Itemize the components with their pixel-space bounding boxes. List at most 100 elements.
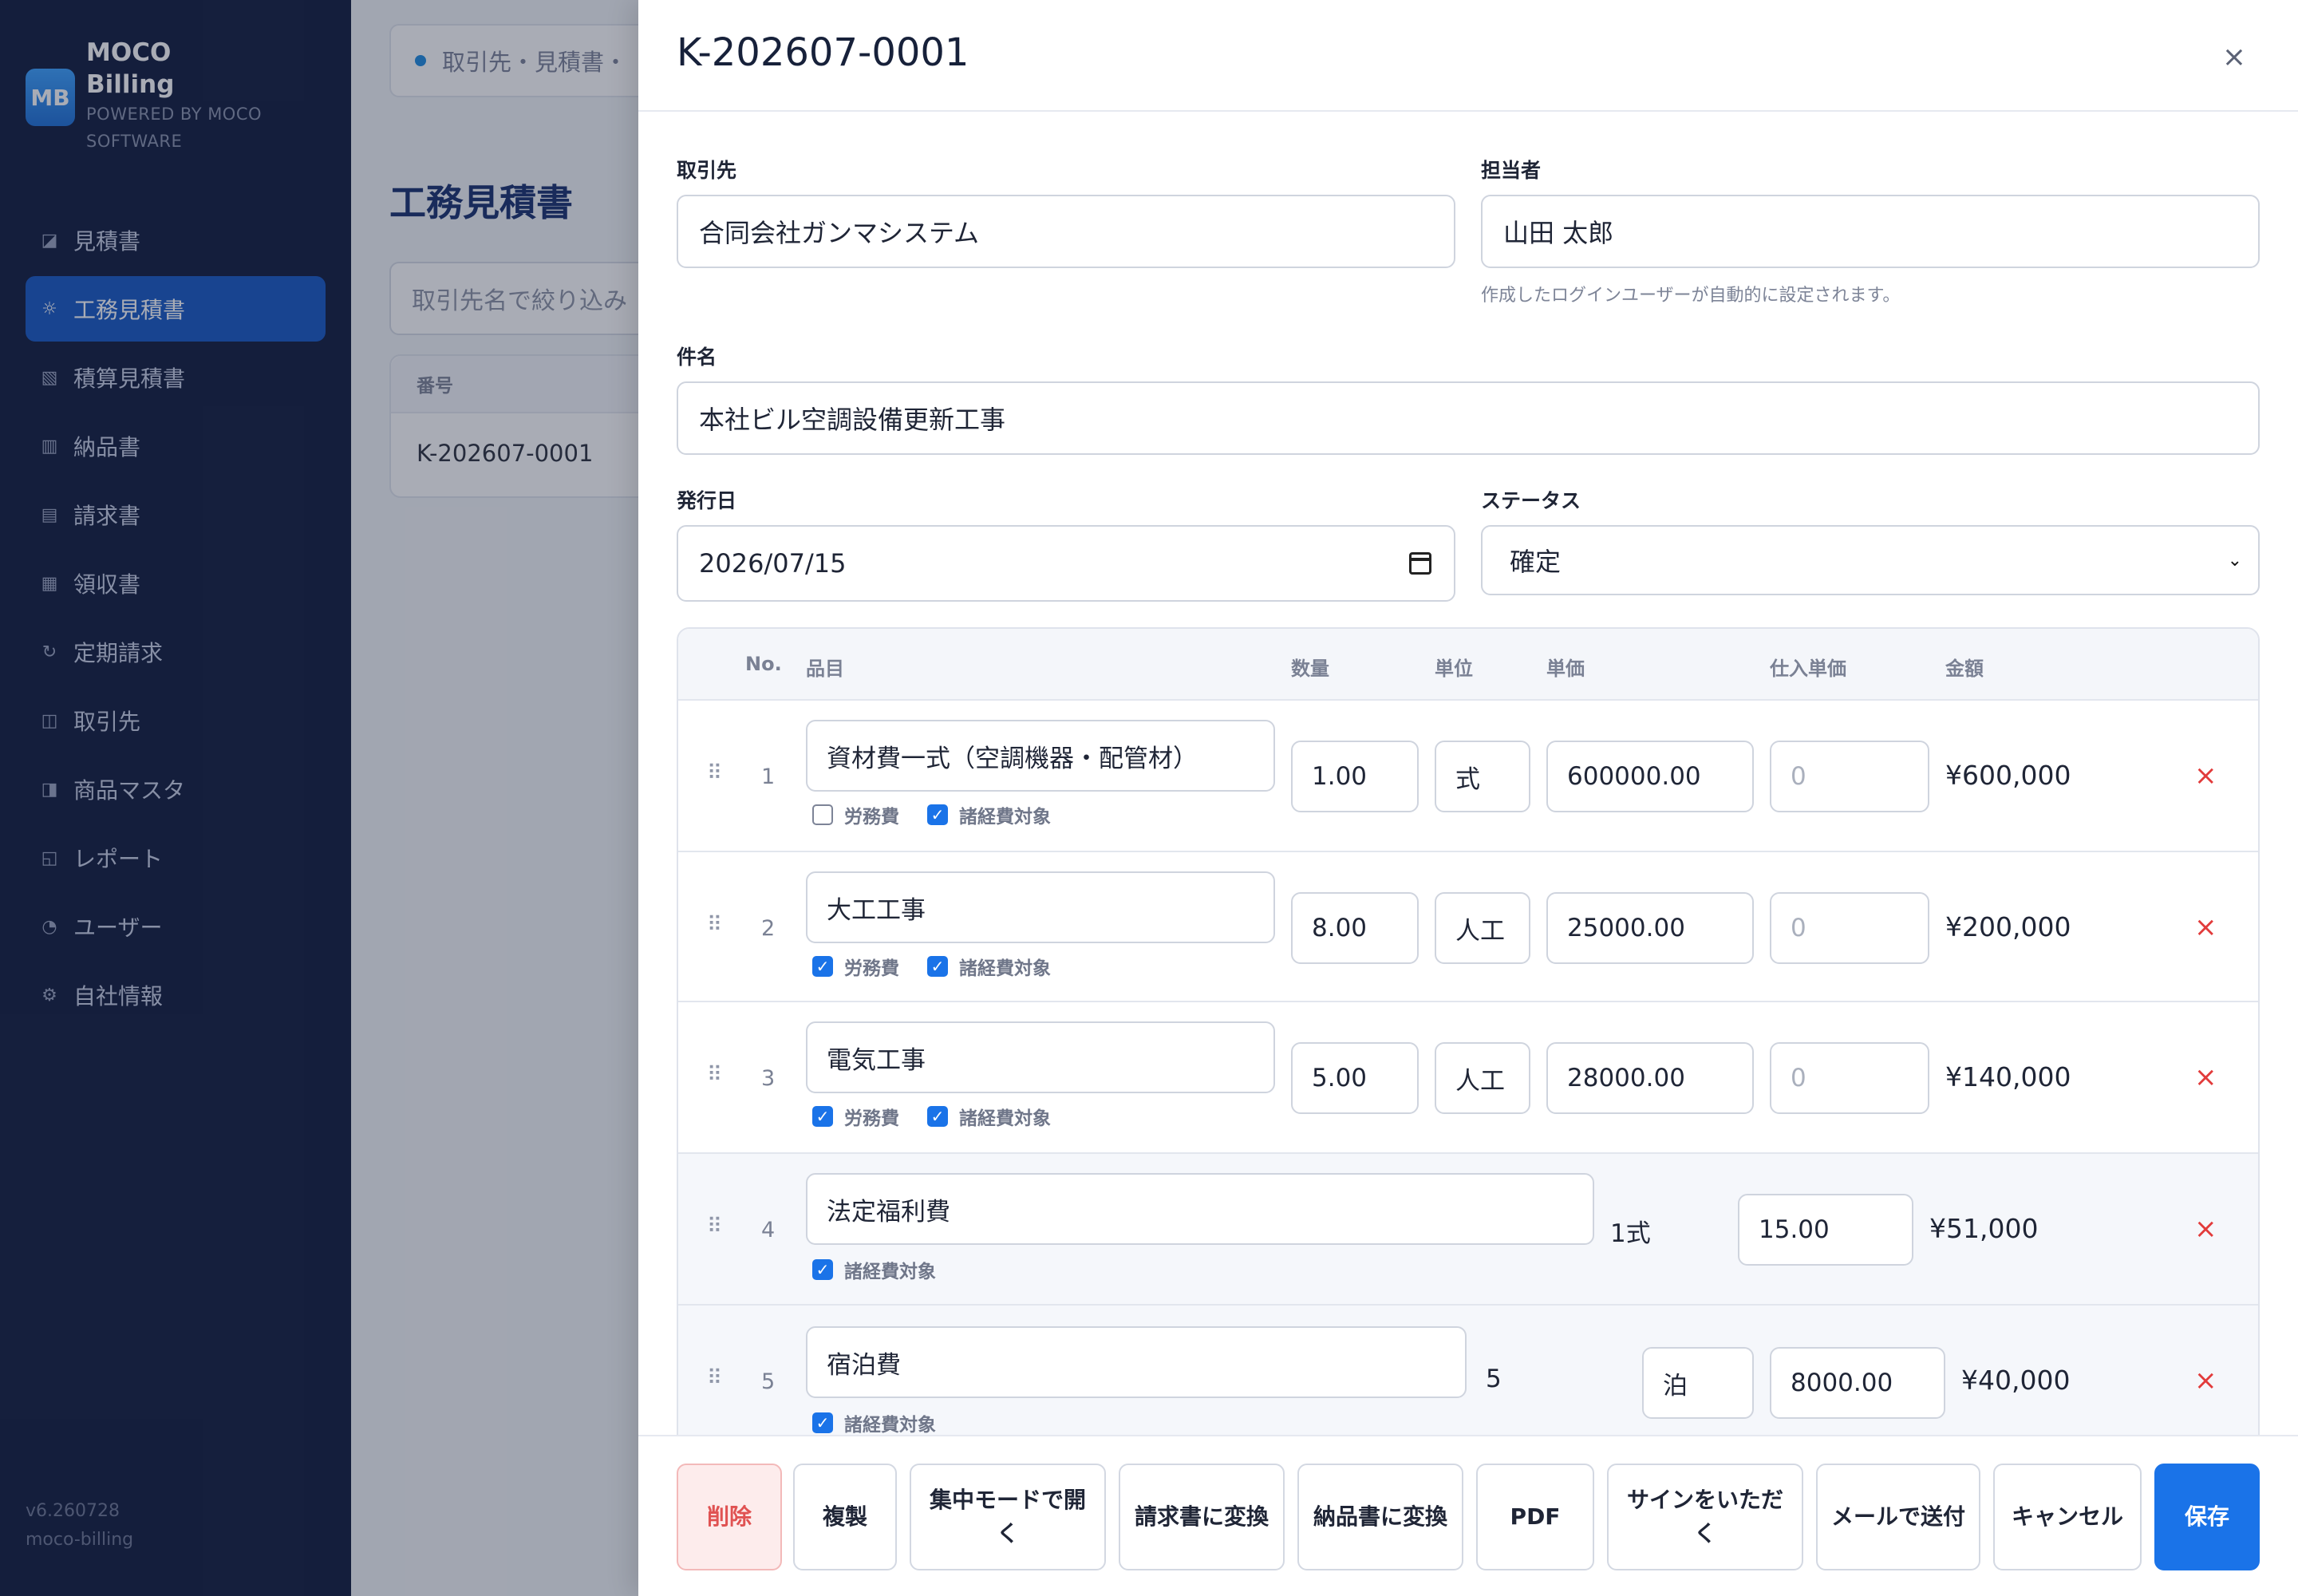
checkbox-checked-icon: ✓ bbox=[812, 1106, 833, 1127]
duplicate-button[interactable]: 複製 bbox=[793, 1464, 897, 1570]
item-name-input[interactable]: 宿泊費 bbox=[806, 1326, 1467, 1398]
delete-row-icon[interactable]: × bbox=[2194, 1213, 2217, 1245]
calendar-icon[interactable] bbox=[1409, 552, 1431, 575]
focus-mode-button[interactable]: 集中モードで開く bbox=[910, 1464, 1106, 1570]
qty-input[interactable]: 5.00 bbox=[1291, 1042, 1419, 1114]
delete-button[interactable]: 削除 bbox=[677, 1464, 782, 1570]
header-qty: 数量 bbox=[1291, 658, 1329, 680]
price-input[interactable]: 8000.00 bbox=[1770, 1347, 1945, 1419]
labor-checkbox[interactable]: 労務費 bbox=[812, 801, 899, 828]
price-input[interactable]: 28000.00 bbox=[1546, 1042, 1754, 1114]
owner-label: 担当者 bbox=[1481, 159, 1542, 182]
header-cost: 仕入単価 bbox=[1770, 658, 1846, 680]
labor-checkbox[interactable]: ✓ 労務費 bbox=[812, 1103, 899, 1130]
overhead-checkbox[interactable]: ✓ 諸経費対象 bbox=[927, 801, 1051, 828]
drag-handle-icon[interactable]: ⠿ bbox=[707, 761, 722, 785]
status-label: ステータス bbox=[1481, 489, 1581, 512]
qty-input[interactable]: 1.00 bbox=[1291, 741, 1419, 812]
date-label: 発行日 bbox=[677, 489, 737, 512]
cost-input[interactable]: 0 bbox=[1770, 892, 1929, 964]
row-amount: ¥140,000 bbox=[1945, 1061, 2071, 1092]
drag-handle-icon[interactable]: ⠿ bbox=[707, 1063, 722, 1087]
owner-hint: 作成したログインユーザーが自動的に設定されます。 bbox=[1481, 286, 1901, 306]
labor-label: 労務費 bbox=[844, 1108, 899, 1129]
table-row: ⠿ 4 法定福利費 ✓ 諸経費対象 1式 15.00 ¥51,000 × bbox=[678, 1154, 2258, 1306]
table-row: ⠿ 2 大工工事 ✓ 労務費 ✓ 諸経費対象 8.00 人工 25000.00 0 … bbox=[678, 852, 2258, 1002]
overhead-label: 諸経費対象 bbox=[959, 1108, 1051, 1129]
table-row: ⠿ 3 電気工事 ✓ 労務費 ✓ 諸経費対象 5.00 人工 28000.00 0 … bbox=[678, 1002, 2258, 1154]
unit-input[interactable]: 式 bbox=[1435, 741, 1530, 812]
delete-row-icon[interactable]: × bbox=[2194, 760, 2217, 792]
row-amount: ¥200,000 bbox=[1945, 911, 2071, 942]
header-price: 単価 bbox=[1546, 658, 1585, 680]
overhead-label: 諸経費対象 bbox=[844, 1262, 936, 1282]
header-no: No. bbox=[745, 653, 782, 675]
drag-handle-icon[interactable]: ⠿ bbox=[707, 1366, 722, 1390]
drawer-title: K-202607-0001 bbox=[677, 30, 969, 75]
close-icon[interactable]: × bbox=[2218, 41, 2250, 73]
chevron-down-icon: ⌄ bbox=[2227, 550, 2242, 571]
save-button[interactable]: 保存 bbox=[2154, 1464, 2260, 1570]
delete-row-icon[interactable]: × bbox=[2194, 911, 2217, 943]
row-number: 5 bbox=[761, 1369, 776, 1394]
qty-text: 5 bbox=[1486, 1365, 1502, 1393]
table-header: No. 品目 数量 単位 単価 仕入単価 金額 bbox=[678, 629, 2258, 701]
checkbox-checked-icon: ✓ bbox=[927, 1106, 948, 1127]
price-input[interactable]: 600000.00 bbox=[1546, 741, 1754, 812]
item-name-input[interactable]: 電気工事 bbox=[806, 1021, 1275, 1093]
item-name-input[interactable]: 資材費一式（空調機器・配管材） bbox=[806, 720, 1275, 792]
drag-handle-icon[interactable]: ⠿ bbox=[707, 913, 722, 937]
qty-text: 1式 bbox=[1610, 1219, 1651, 1248]
overhead-checkbox[interactable]: ✓ 諸経費対象 bbox=[927, 1103, 1051, 1130]
item-name-input[interactable]: 大工工事 bbox=[806, 871, 1275, 943]
estimate-drawer: K-202607-0001 × 取引先 合同会社ガンマシステム 担当者 山田 太… bbox=[638, 0, 2298, 1596]
cancel-button[interactable]: キャンセル bbox=[1993, 1464, 2142, 1570]
subject-label: 件名 bbox=[677, 346, 717, 369]
unit-input[interactable]: 人工 bbox=[1435, 1042, 1530, 1114]
convert-to-delivery-button[interactable]: 納品書に変換 bbox=[1297, 1464, 1463, 1570]
overhead-label: 諸経費対象 bbox=[959, 958, 1051, 979]
checkbox-unchecked-icon bbox=[812, 804, 833, 825]
cost-input[interactable]: 0 bbox=[1770, 1042, 1929, 1114]
owner-field[interactable]: 山田 太郎 bbox=[1481, 195, 2260, 268]
item-name-input[interactable]: 法定福利費 bbox=[806, 1173, 1594, 1245]
row-amount: ¥40,000 bbox=[1961, 1365, 2071, 1396]
status-select[interactable]: 確定 ⌄ bbox=[1481, 525, 2260, 595]
issue-date-value: 2026/07/15 bbox=[699, 548, 847, 579]
convert-to-invoice-button[interactable]: 請求書に変換 bbox=[1119, 1464, 1285, 1570]
row-amount: ¥600,000 bbox=[1945, 760, 2071, 791]
request-signature-button[interactable]: サインをいただく bbox=[1607, 1464, 1803, 1570]
overhead-checkbox[interactable]: ✓ 諸経費対象 bbox=[812, 1256, 936, 1283]
rate-input[interactable]: 15.00 bbox=[1738, 1194, 1913, 1266]
pdf-button[interactable]: PDF bbox=[1476, 1464, 1594, 1570]
action-bar: 削除 複製 集中モードで開く 請求書に変換 納品書に変換 PDF サインをいただ… bbox=[638, 1435, 2298, 1596]
cost-input[interactable]: 0 bbox=[1770, 741, 1929, 812]
checkbox-checked-icon: ✓ bbox=[927, 804, 948, 825]
overhead-checkbox[interactable]: ✓ 諸経費対象 bbox=[927, 953, 1051, 980]
overhead-checkbox[interactable]: ✓ 諸経費対象 bbox=[812, 1409, 936, 1436]
qty-input[interactable]: 8.00 bbox=[1291, 892, 1419, 964]
checkbox-checked-icon: ✓ bbox=[812, 956, 833, 977]
header-amount: 金額 bbox=[1945, 658, 1984, 680]
header-item: 品目 bbox=[806, 658, 844, 680]
customer-field[interactable]: 合同会社ガンマシステム bbox=[677, 195, 1455, 268]
status-value: 確定 bbox=[1510, 547, 1562, 577]
header-unit: 単位 bbox=[1435, 658, 1473, 680]
overhead-label: 諸経費対象 bbox=[844, 1415, 936, 1436]
drag-handle-icon[interactable]: ⠿ bbox=[707, 1215, 722, 1238]
send-email-button[interactable]: メールで送付 bbox=[1816, 1464, 1980, 1570]
subject-field[interactable]: 本社ビル空調設備更新工事 bbox=[677, 381, 2260, 455]
delete-row-icon[interactable]: × bbox=[2194, 1061, 2217, 1093]
price-input[interactable]: 25000.00 bbox=[1546, 892, 1754, 964]
issue-date-field[interactable]: 2026/07/15 bbox=[677, 525, 1455, 602]
drawer-header: K-202607-0001 × bbox=[638, 0, 2298, 112]
unit-input[interactable]: 人工 bbox=[1435, 892, 1530, 964]
delete-row-icon[interactable]: × bbox=[2194, 1365, 2217, 1396]
labor-checkbox[interactable]: ✓ 労務費 bbox=[812, 953, 899, 980]
unit-input[interactable]: 泊 bbox=[1642, 1347, 1754, 1419]
row-number: 3 bbox=[761, 1066, 776, 1091]
row-number: 4 bbox=[761, 1218, 776, 1242]
customer-label: 取引先 bbox=[677, 159, 737, 182]
checkbox-checked-icon: ✓ bbox=[812, 1412, 833, 1433]
labor-label: 労務費 bbox=[844, 958, 899, 979]
